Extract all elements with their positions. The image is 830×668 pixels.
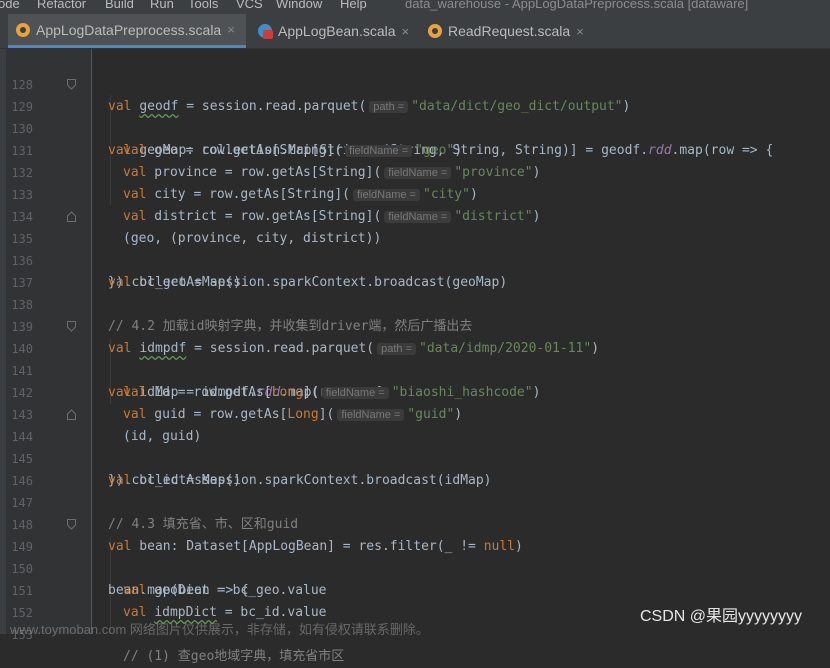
code-line: 150 val geoDict = bc_geo.value xyxy=(0,536,830,598)
menu-tools[interactable]: Tools xyxy=(188,0,218,11)
window-title: data_warehouse - AppLogDataPreprocess.sc… xyxy=(405,0,749,11)
site-watermark: www.toymoban.com 网络图片仅供展示，非存储，如有侵权请联系删除。 xyxy=(10,622,429,637)
code-line: 145 val bc_id = session.sparkContext.bro… xyxy=(0,426,830,488)
close-icon[interactable]: × xyxy=(227,22,235,37)
tab-label: AppLogDataPreprocess.scala xyxy=(36,21,222,38)
code-line: 144 }).collectAsMap() xyxy=(0,404,830,488)
code-line: 129 val geoMap: collection.Map[String, (… xyxy=(0,74,830,158)
fold-icon[interactable] xyxy=(67,321,76,332)
tab-applogdatapreprocess[interactable]: AppLogDataPreprocess.scala × xyxy=(8,14,246,48)
close-icon[interactable]: × xyxy=(576,24,584,39)
code-line: 131 val province = row.getAs[String](fie… xyxy=(0,118,830,180)
code-line: 135 }).collectAsMap() xyxy=(0,206,830,290)
fold-icon[interactable] xyxy=(67,519,76,530)
code-line: 137 xyxy=(0,250,830,290)
menu-code[interactable]: ode xyxy=(0,0,20,11)
code-line: 140 val idMap = idmpdf.rdd.map(row => { xyxy=(0,316,830,400)
code-line: 148 val bean: Dataset[AppLogBean] = res.… xyxy=(0,492,830,554)
csdn-watermark: CSDN @果园yyyyyyyy xyxy=(640,608,803,625)
fold-end-icon[interactable] xyxy=(67,211,76,222)
code-line: 138 // 4.2 加载id映射字典，并收集到driver端，然后广播出去 xyxy=(0,272,830,334)
menu-help[interactable]: Help xyxy=(340,0,367,11)
code-line: 132 val city = row.getAs[String](fieldNa… xyxy=(0,140,830,202)
tab-readrequest[interactable]: ReadRequest.scala × xyxy=(420,14,596,48)
tab-label: AppLogBean.scala xyxy=(278,23,396,39)
code-line: 134 (geo, (province, city, district)) xyxy=(0,184,830,246)
code-line: 141 val id = row.getAs[Long](fieldName =… xyxy=(0,338,830,400)
comment: // (1) 查geo地域字典，填充省市区 xyxy=(123,649,345,664)
menu-refactor[interactable]: Refactor xyxy=(37,0,86,11)
scala-object-icon xyxy=(16,22,30,37)
menu-window[interactable]: Window xyxy=(276,0,322,11)
code-line: 139 val idmpdf = session.read.parquet(pa… xyxy=(0,294,830,356)
tab-applogbean[interactable]: AppLogBean.scala × xyxy=(250,14,412,48)
code-line: 128 val geodf = session.read.parquet(pat… xyxy=(0,52,830,114)
tab-label: ReadRequest.scala xyxy=(448,23,571,39)
code-line: 130 val geo = row.getAs[String](fieldNam… xyxy=(0,96,830,158)
scala-object-icon xyxy=(428,24,442,38)
code-line: 147 // 4.3 填充省、市、区和guid xyxy=(0,470,830,532)
scala-class-icon xyxy=(258,24,273,39)
code-line: 143 (id, guid) xyxy=(0,382,830,444)
fold-icon[interactable] xyxy=(67,79,76,90)
code-line: 146 xyxy=(0,448,830,488)
code-line: 136 val bc_geo = session.sparkContext.br… xyxy=(0,228,830,290)
menu-bar: ode Refactor Build Run Tools VCS Window … xyxy=(0,0,830,14)
menu-run[interactable]: Run xyxy=(150,0,174,11)
editor-tab-bar: AppLogDataPreprocess.scala × AppLogBean.… xyxy=(0,14,830,49)
code-line: 152 xyxy=(0,580,830,620)
code-line: 151 val idmpDict = bc_id.value xyxy=(0,558,830,620)
fold-end-icon[interactable] xyxy=(67,409,76,420)
menu-build[interactable]: Build xyxy=(105,0,134,11)
code-line: 133 val district = row.getAs[String](fie… xyxy=(0,162,830,224)
close-icon[interactable]: × xyxy=(402,24,410,39)
code-line: 142 val guid = row.getAs[Long](fieldName… xyxy=(0,360,830,422)
code-line: 149 bean.map(bean => { xyxy=(0,514,830,598)
menu-vcs[interactable]: VCS xyxy=(236,0,263,11)
